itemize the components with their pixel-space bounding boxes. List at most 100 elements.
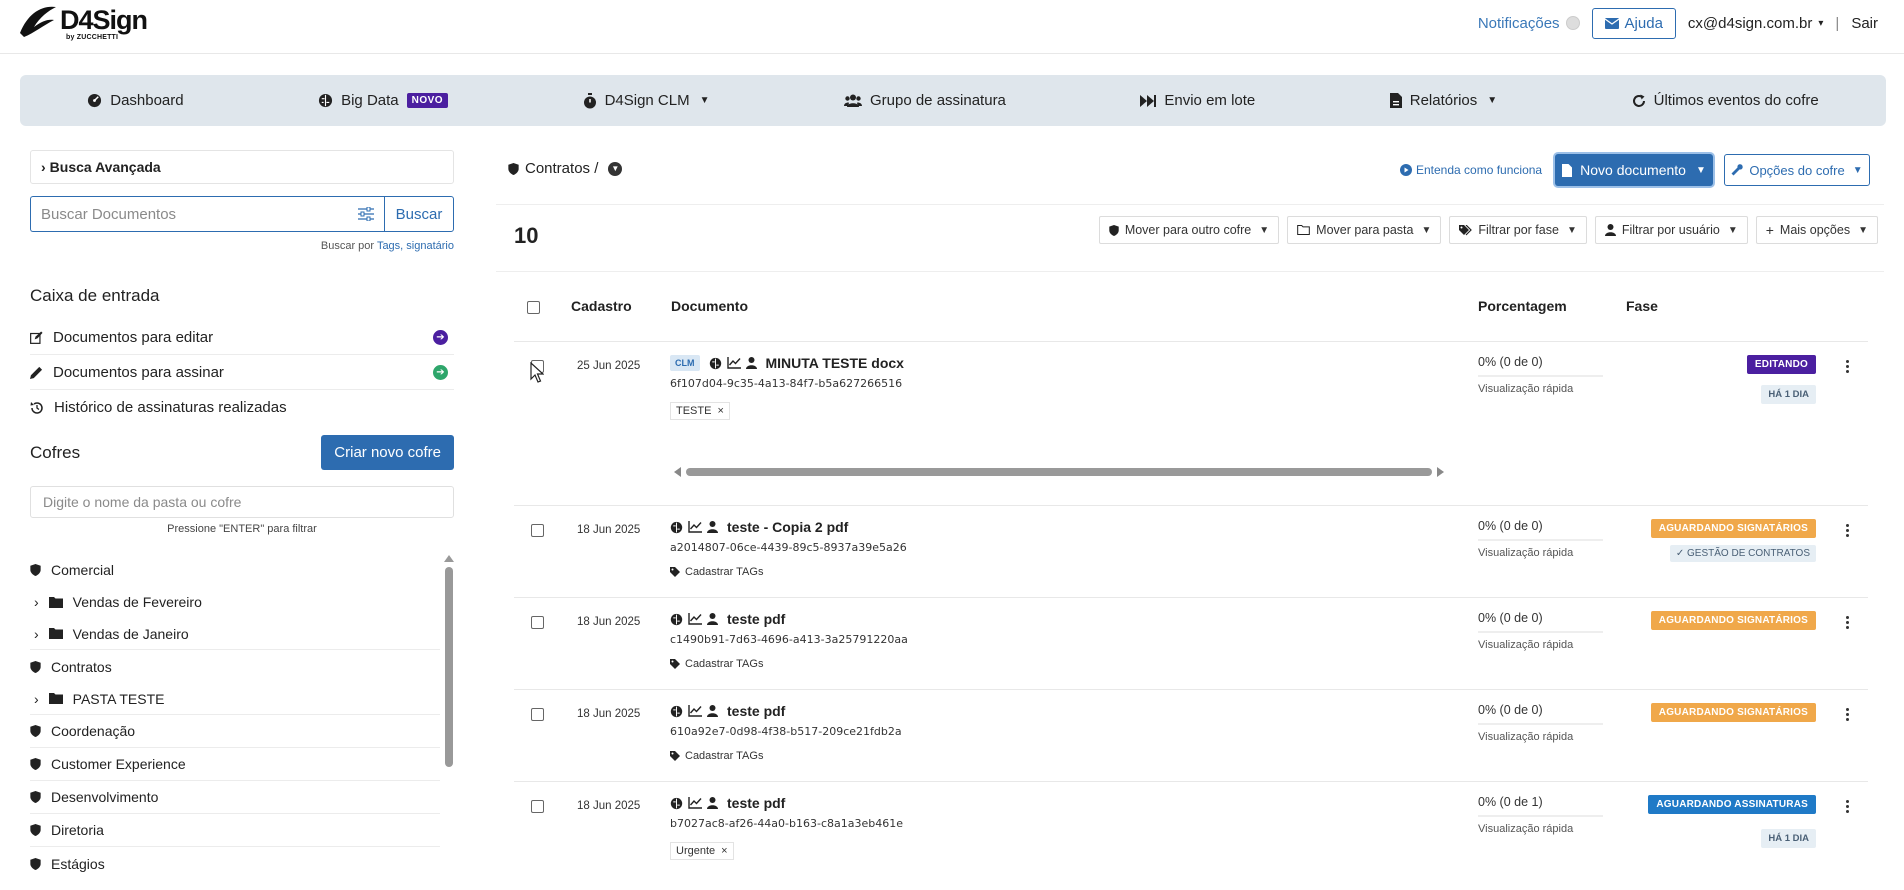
vault-item-desenvolvimento[interactable]: Desenvolvimento [30,781,440,814]
nav-batch[interactable]: Envio em lote [1140,92,1255,109]
vault-item-comercial[interactable]: Comercial [30,553,440,586]
shield-icon [30,824,41,836]
inbox-item-label: Histórico de assinaturas realizadas [54,399,287,416]
row-menu-icon[interactable] [1846,708,1850,721]
chevron-right-icon[interactable]: › [34,691,39,707]
row-checkbox[interactable] [531,800,544,813]
document-title-link[interactable]: teste pdf [727,795,785,811]
vault-filter-input[interactable]: Digite o nome da pasta ou cofre [30,486,454,518]
vault-item-coordenacao[interactable]: Coordenação [30,715,440,748]
status-badge: AGUARDANDO SIGNATÁRIOS [1650,519,1816,538]
inbox-item-edit[interactable]: Documentos para editar ➔ [30,320,454,355]
more-options-button[interactable]: + Mais opções ▼ [1755,216,1878,244]
d4sign-logo[interactable]: D4Sign by ZUCCHETTI [18,3,148,47]
column-percent[interactable]: Porcentagem [1478,298,1567,314]
nav-events[interactable]: Últimos eventos do cofre [1632,92,1819,109]
help-button[interactable]: Ajuda [1591,7,1676,39]
folder-item-vendas-janeiro[interactable]: › Vendas de Janeiro [30,618,440,650]
row-checkbox[interactable] [531,616,544,629]
nav-group[interactable]: Grupo de assinatura [843,92,1006,109]
history-icon [30,401,43,414]
column-phase[interactable]: Fase [1626,298,1658,314]
search-hint-tags-link[interactable]: Tags, [377,240,403,252]
vault-item-contratos[interactable]: Contratos [30,650,440,683]
logout-link[interactable]: Sair [1851,15,1878,32]
row-checkbox[interactable] [531,524,544,537]
table-row[interactable]: 18 Jun 2025 teste - Copia 2 pdf a2014807… [514,506,1868,598]
scroll-left-icon[interactable] [674,467,681,477]
user-menu[interactable]: cx@d4sign.com.br ▾ [1688,15,1823,32]
scrollbar-thumb[interactable] [445,567,453,767]
column-date[interactable]: Cadastro [571,298,632,314]
chevron-down-circle-icon[interactable]: ▼ [608,161,623,176]
table-row[interactable]: 18 Jun 2025 teste pdf b7027ac8-af26-44a0… [514,782,1868,890]
scroll-up-icon[interactable] [444,555,454,562]
add-tags-link[interactable]: Cadastrar TAGs [670,566,907,578]
row-menu-icon[interactable] [1846,524,1850,537]
inbox-item-sign[interactable]: Documentos para assinar ➔ [30,355,454,390]
select-all-checkbox[interactable] [527,301,540,314]
filter-phase-button[interactable]: Filtrar por fase ▼ [1449,216,1587,244]
column-document[interactable]: Documento [671,298,748,314]
row-menu-icon[interactable] [1846,616,1850,629]
horizontal-scrollbar[interactable] [674,466,1444,478]
user-icon [707,613,718,625]
row-checkbox[interactable] [531,708,544,721]
document-title-link[interactable]: MINUTA TESTE docx [766,355,904,371]
notification-dot [1565,16,1580,30]
notifications-link[interactable]: Notificações [1478,15,1580,32]
move-to-vault-button[interactable]: Mover para outro cofre ▼ [1098,216,1280,244]
new-document-button[interactable]: Novo documento ▼ [1555,154,1713,186]
row-menu-icon[interactable] [1846,360,1850,373]
search-button[interactable]: Buscar [384,196,454,232]
move-to-folder-button[interactable]: Mover para pasta ▼ [1287,216,1442,244]
search-placeholder: Buscar Documentos [41,205,177,223]
add-tags-link[interactable]: Cadastrar TAGs [670,658,908,670]
scroll-right-icon[interactable] [1437,467,1444,477]
vault-item-diretoria[interactable]: Diretoria [30,814,440,847]
vault-label: Customer Experience [51,756,186,772]
close-icon[interactable]: × [721,845,727,857]
vault-tree-scrollbar[interactable] [444,555,454,855]
vault-options-button[interactable]: Opções do cofre ▼ [1724,154,1870,186]
close-icon[interactable]: × [717,405,723,417]
nav-reports[interactable]: Relatórios ▼ [1389,92,1497,109]
add-tags-link[interactable]: Cadastrar TAGs [670,750,902,762]
document-title-link[interactable]: teste pdf [727,611,785,627]
row-date: 18 Jun 2025 [577,708,641,720]
breadcrumb[interactable]: Contratos / ▼ [508,160,623,177]
sliders-icon[interactable] [358,207,374,221]
folder-item-pasta-teste[interactable]: › PASTA TESTE [30,683,440,715]
table-row[interactable]: 25 Jun 2025 CLM MINUTA TESTE docx 6f107d… [514,342,1868,506]
how-it-works-link[interactable]: Entenda como funciona [1400,163,1542,177]
quick-view-link[interactable]: Visualização rápida [1478,547,1603,559]
caret-down-icon: ▾ [1818,17,1824,29]
search-hint-signer-link[interactable]: signatário [406,240,454,252]
scrollbar-thumb[interactable] [686,468,1432,476]
nav-bigdata[interactable]: Big Data NOVO [318,92,449,109]
advanced-search-toggle[interactable]: › Busca Avançada [30,150,454,184]
vault-item-customer-experience[interactable]: Customer Experience [30,748,440,781]
nav-dashboard[interactable]: Dashboard [87,92,184,109]
table-row[interactable]: 18 Jun 2025 teste pdf 610a92e7-0d98-4f38… [514,690,1868,782]
search-input[interactable]: Buscar Documentos [30,196,384,232]
document-title-link[interactable]: teste pdf [727,703,785,719]
chevron-right-icon[interactable]: › [34,594,39,610]
vault-filter-hint: Pressione "ENTER" para filtrar [167,523,317,535]
folder-item-vendas-fevereiro[interactable]: › Vendas de Fevereiro [30,586,440,618]
row-menu-icon[interactable] [1846,800,1850,813]
filter-user-button[interactable]: Filtrar por usuário ▼ [1594,216,1748,244]
quick-view-link[interactable]: Visualização rápida [1478,383,1603,395]
nav-clm[interactable]: D4Sign CLM ▼ [583,92,710,109]
inbox-item-history[interactable]: Histórico de assinaturas realizadas [30,390,454,425]
chevron-right-icon[interactable]: › [34,626,39,642]
percent-value: 0% (0 de 0) [1478,703,1543,717]
create-vault-button[interactable]: Criar novo cofre [321,435,454,470]
vault-item-estagios[interactable]: Estágios [30,847,440,873]
folder-icon [48,628,63,639]
table-row[interactable]: 18 Jun 2025 teste pdf c1490b91-7d63-4696… [514,598,1868,690]
document-title-link[interactable]: teste - Copia 2 pdf [727,519,848,535]
quick-view-link[interactable]: Visualização rápida [1478,731,1603,743]
quick-view-link[interactable]: Visualização rápida [1478,639,1603,651]
quick-view-link[interactable]: Visualização rápida [1478,823,1603,835]
